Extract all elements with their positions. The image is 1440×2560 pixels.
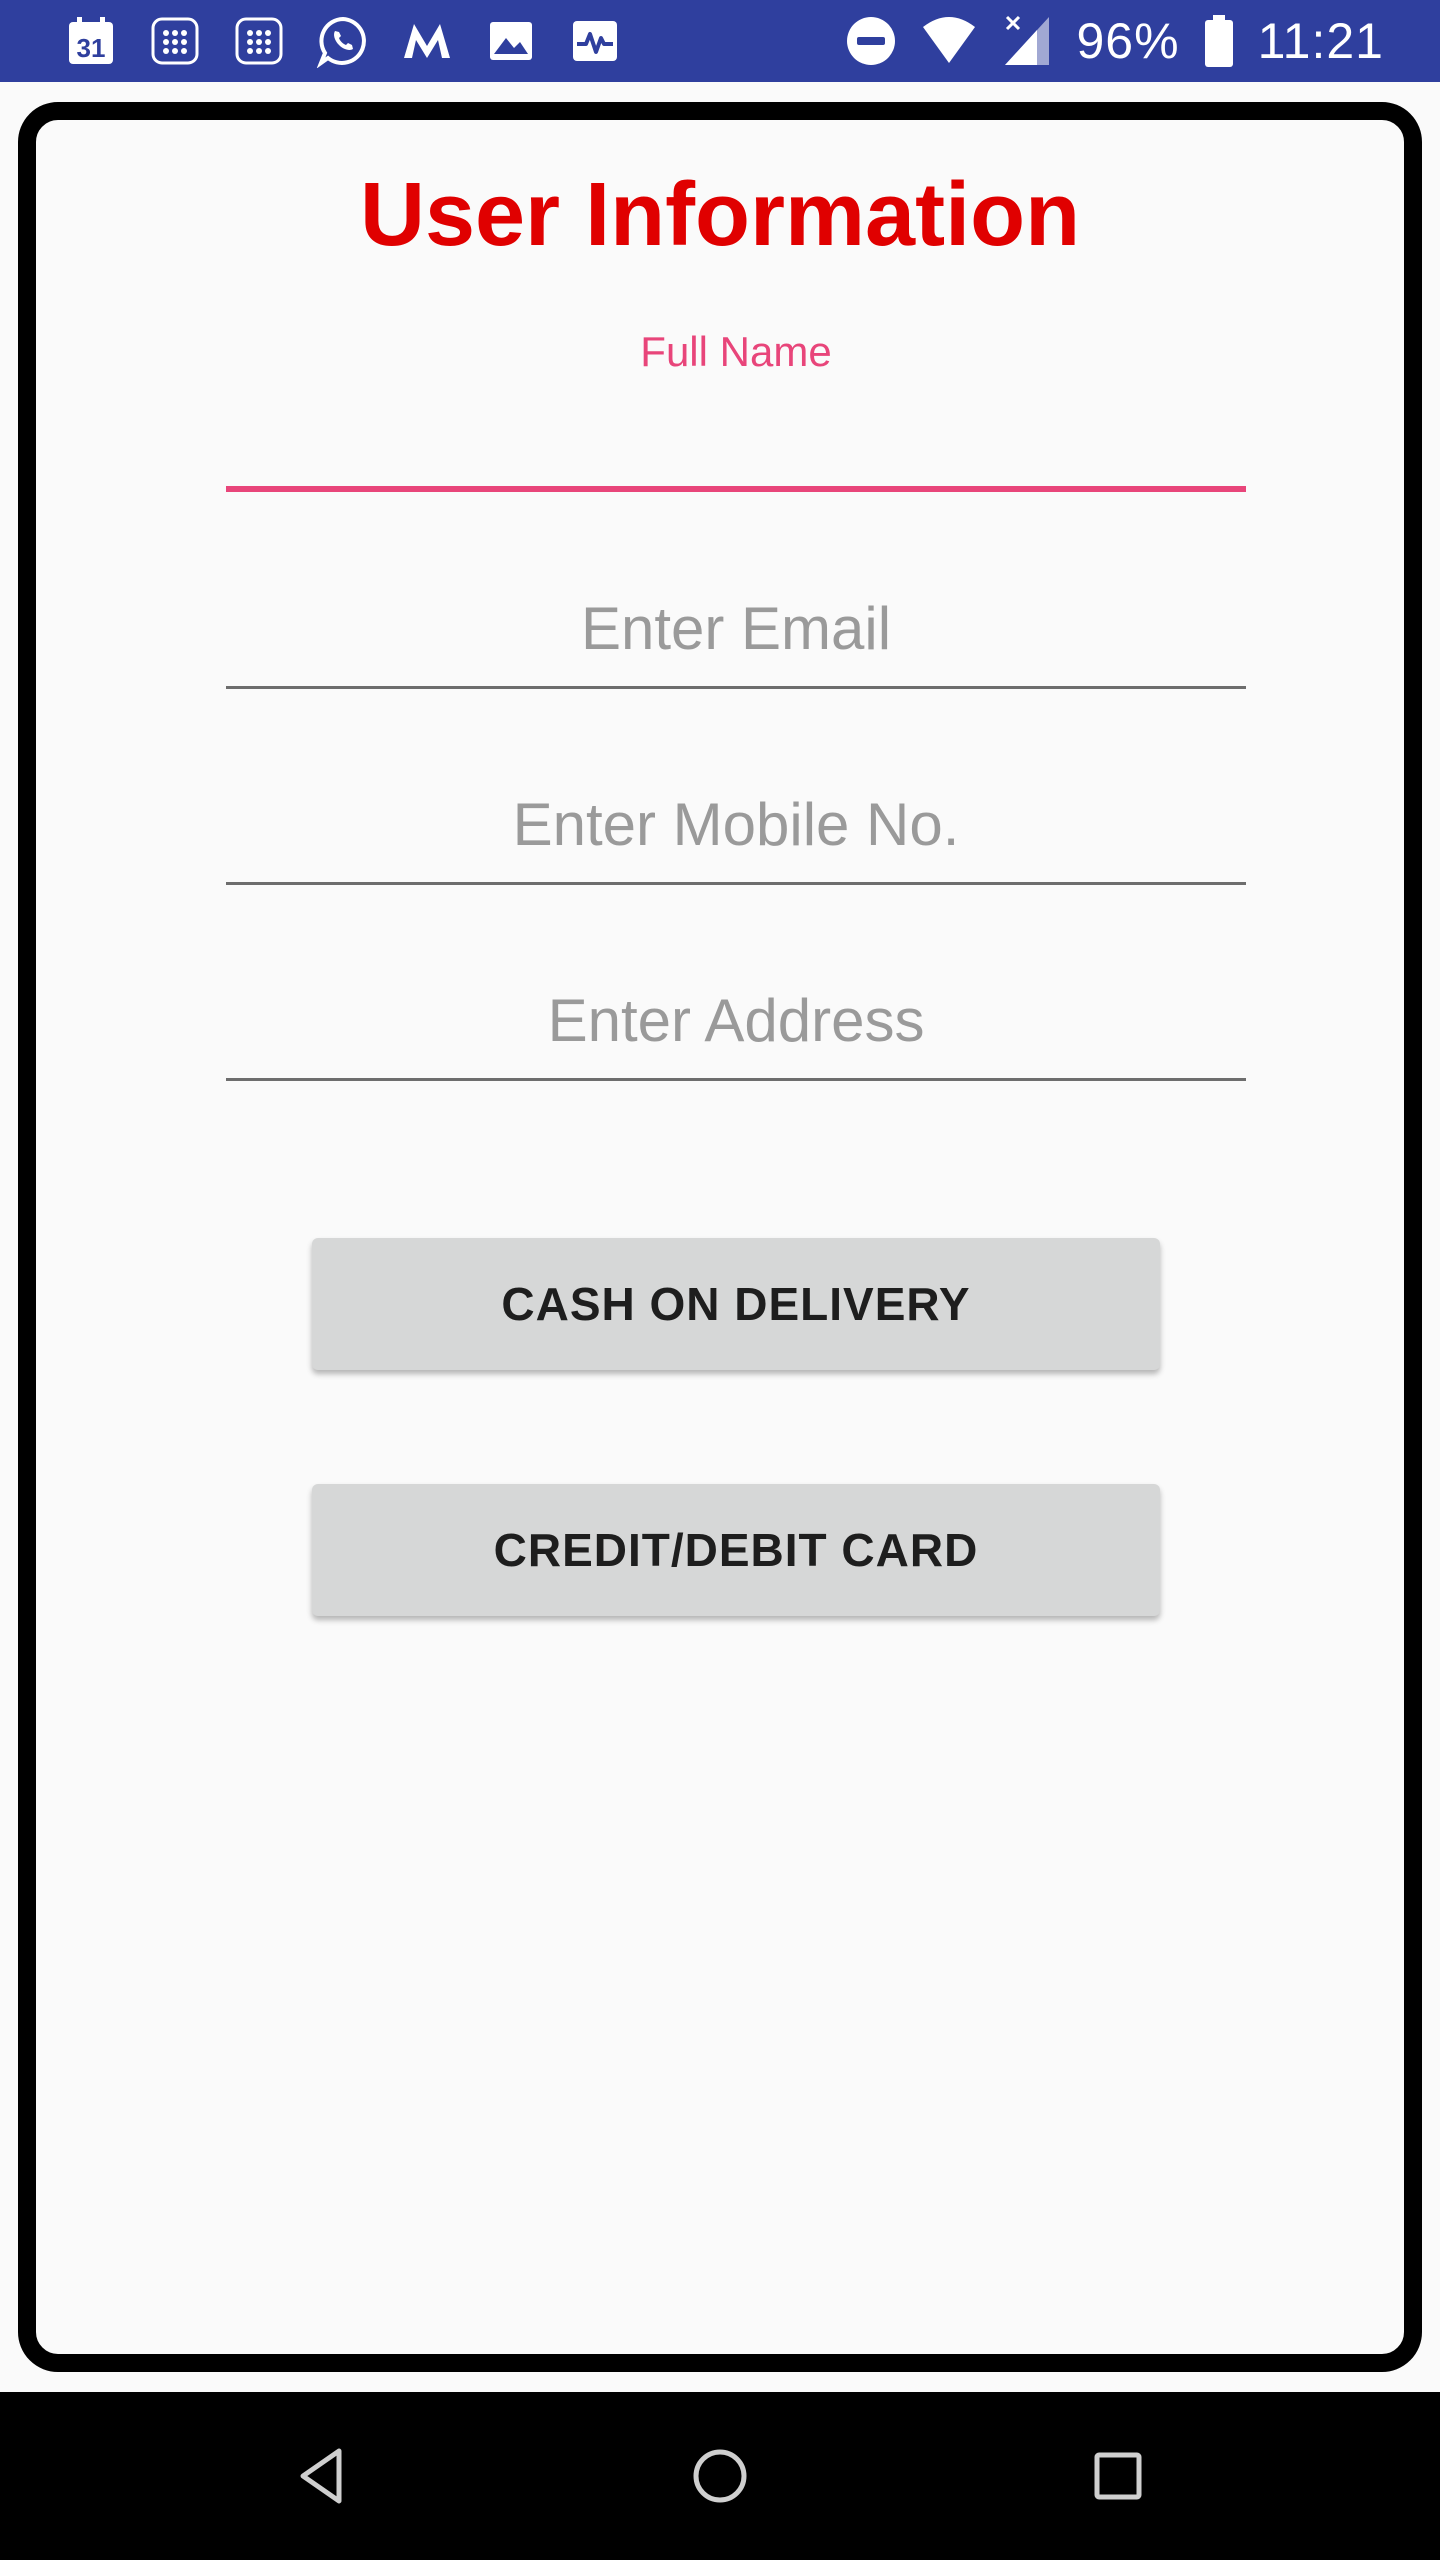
calendar-day: 31 bbox=[77, 33, 106, 63]
system-status: 96% 11:21 bbox=[843, 10, 1385, 72]
whatsapp-icon bbox=[314, 12, 372, 70]
status-bar: 31 96% 11:21 bbox=[0, 0, 1440, 82]
battery-percent: 96% bbox=[1076, 13, 1180, 69]
address-underline bbox=[226, 1078, 1246, 1081]
wifi-icon bbox=[921, 13, 977, 69]
myntra-icon bbox=[398, 12, 456, 70]
battery-icon bbox=[1202, 13, 1236, 69]
address-field[interactable] bbox=[226, 972, 1246, 1092]
full-name-label: Full Name bbox=[640, 328, 832, 375]
grid-app-icon bbox=[146, 12, 204, 70]
activity-monitor-icon bbox=[566, 12, 624, 70]
credit-debit-card-button[interactable]: CREDIT/DEBIT CARD bbox=[312, 1484, 1160, 1616]
cellular-signal-icon bbox=[999, 13, 1055, 69]
page-title: User Information bbox=[359, 165, 1081, 265]
mobile-field[interactable] bbox=[226, 776, 1246, 896]
back-icon[interactable] bbox=[280, 2434, 364, 2518]
email-input[interactable] bbox=[226, 580, 1246, 676]
address-input[interactable] bbox=[226, 972, 1246, 1068]
full-name-input[interactable] bbox=[226, 398, 1246, 488]
do-not-disturb-icon bbox=[843, 13, 899, 69]
full-name-underline bbox=[226, 486, 1246, 492]
cash-on-delivery-button[interactable]: CASH ON DELIVERY bbox=[312, 1238, 1160, 1370]
email-field[interactable] bbox=[226, 580, 1246, 700]
navigation-bar bbox=[0, 2392, 1440, 2560]
gallery-icon bbox=[482, 12, 540, 70]
mobile-underline bbox=[226, 882, 1246, 885]
calendar-icon: 31 bbox=[62, 12, 120, 70]
mobile-input[interactable] bbox=[226, 776, 1246, 872]
full-name-field[interactable]: Full Name bbox=[226, 328, 1246, 518]
user-info-card: User Information Full Name CASH ON DELIV… bbox=[18, 102, 1422, 2372]
email-underline bbox=[226, 686, 1246, 689]
recents-icon[interactable] bbox=[1076, 2434, 1160, 2518]
grid-app-icon bbox=[230, 12, 288, 70]
notification-icons: 31 bbox=[62, 12, 624, 70]
home-icon[interactable] bbox=[678, 2434, 762, 2518]
clock: 11:21 bbox=[1257, 13, 1384, 69]
